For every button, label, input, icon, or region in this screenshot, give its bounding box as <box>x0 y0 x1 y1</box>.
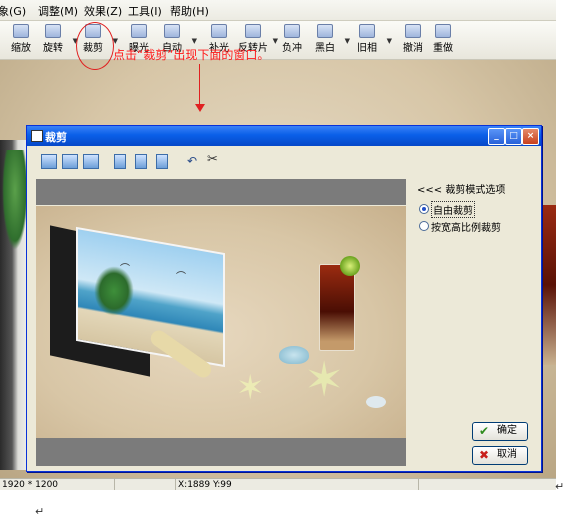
lime-slice <box>340 256 360 276</box>
old-photo-icon <box>359 24 375 38</box>
cross-icon: ✖ <box>479 448 490 462</box>
annotation-text: 点击“裁剪”出现下面的窗口。 <box>113 48 270 62</box>
undo-button[interactable]: 撤消 <box>396 23 430 57</box>
cancel-button[interactable]: ✖ 取消 <box>472 446 528 465</box>
scissors-icon[interactable]: ✂ <box>207 152 218 167</box>
old-photo-button[interactable]: 旧相 ▼ <box>350 23 392 57</box>
crop-portrait-center-icon[interactable] <box>135 154 147 169</box>
exposure-icon <box>131 24 147 38</box>
status-cursor: X:1889 Y:99 <box>176 479 419 490</box>
negative-process-label: 负冲 <box>282 43 302 54</box>
crop-dialog: 裁剪 _ □ × ↶ ✂ ✶ ✶ ⌒ ⌒ <<< 裁剪模式选项 自由裁剪 按宽高… <box>26 125 542 472</box>
black-white-label: 黑白 <box>315 43 335 54</box>
crop-portrait-left-icon[interactable] <box>114 154 126 169</box>
crop-portrait-right-icon[interactable] <box>156 154 168 169</box>
annotation-circle <box>76 22 114 70</box>
menu-bar: 象(G) 调整(M) 效果(Z) 工具(I) 帮助(H) <box>0 0 556 21</box>
zoom-label: 缩放 <box>11 43 31 54</box>
menu-tools[interactable]: 工具(I) <box>128 3 162 19</box>
drink-glass <box>319 264 355 351</box>
ratio-crop-label[interactable]: 按宽高比例裁剪 <box>431 219 501 234</box>
screenshot: 象(G) 调整(M) 效果(Z) 工具(I) 帮助(H) 缩放 旋转 ▼ 裁剪 ▼ … <box>0 0 556 490</box>
annotation-arrow-line <box>199 64 200 108</box>
zoom-button[interactable]: 缩放 <box>4 23 38 57</box>
cancel-label: 取消 <box>497 449 517 460</box>
seagull-1: ⌒ <box>120 264 130 275</box>
menu-adjust[interactable]: 调整(M) <box>38 3 78 19</box>
close-icon[interactable]: × <box>522 128 539 145</box>
starfish-small: ✶ <box>236 368 265 408</box>
negative-process-icon <box>284 24 300 38</box>
redo-icon <box>435 24 451 38</box>
maximize-icon[interactable]: □ <box>505 128 522 145</box>
panel-title[interactable]: <<< 裁剪模式选项 <box>417 181 505 196</box>
checkmark-icon: ✔ <box>479 424 490 438</box>
menu-effects[interactable]: 效果(Z) <box>84 3 122 19</box>
crop-landscape-bottom-icon[interactable] <box>83 154 99 169</box>
app-icon <box>31 130 43 142</box>
status-dimensions: 1920 * 1200 <box>0 479 115 490</box>
minimize-icon[interactable]: _ <box>488 128 505 145</box>
crop-preview-image[interactable]: ✶ ✶ ⌒ ⌒ <box>36 206 406 438</box>
ok-button[interactable]: ✔ 确定 <box>472 422 528 441</box>
paragraph-mark: ↵ <box>555 480 565 493</box>
dialog-titlebar[interactable]: 裁剪 _ □ × <box>27 126 541 146</box>
old-photo-dropdown-icon[interactable]: ▼ <box>387 37 392 45</box>
menu-image[interactable]: 象(G) <box>0 3 26 19</box>
background-palm <box>2 150 28 250</box>
status-bar: 1920 * 1200 X:1889 Y:99 <box>0 478 556 490</box>
old-photo-label: 旧相 <box>357 43 377 54</box>
rotate-label: 旋转 <box>43 43 63 54</box>
redo-button[interactable]: 重做 <box>426 23 460 57</box>
crop-landscape-icon[interactable] <box>41 154 57 169</box>
ok-label: 确定 <box>497 425 517 436</box>
preview-bottom-mask <box>36 438 406 466</box>
ratio-crop-radio[interactable] <box>419 221 429 231</box>
paragraph-mark-bottom: ↵ <box>35 505 45 518</box>
undo-icon <box>405 24 421 38</box>
reversal-film-icon <box>245 24 261 38</box>
free-crop-label[interactable]: 自由裁剪 <box>431 201 475 218</box>
starfish-large: ✶ <box>304 352 345 408</box>
rotate-icon <box>45 24 61 38</box>
black-white-icon <box>317 24 333 38</box>
negative-process-button[interactable]: 负冲 <box>275 23 309 57</box>
preview-top-mask <box>36 179 406 205</box>
annotation-arrow-icon <box>195 104 205 112</box>
zoom-icon <box>13 24 29 38</box>
fill-light-icon <box>211 24 227 38</box>
rotate-button[interactable]: 旋转 ▼ <box>36 23 78 57</box>
small-shell <box>366 396 386 408</box>
menu-help[interactable]: 帮助(H) <box>170 3 209 19</box>
black-white-button[interactable]: 黑白 ▼ <box>308 23 350 57</box>
rotate-crop-icon[interactable]: ↶ <box>187 154 197 168</box>
auto-dropdown-icon[interactable]: ▼ <box>192 37 197 45</box>
undo-label: 撤消 <box>403 43 423 54</box>
status-empty-cell <box>115 479 176 490</box>
free-crop-radio[interactable] <box>419 204 429 214</box>
crop-landscape-center-icon[interactable] <box>62 154 78 169</box>
redo-label: 重做 <box>433 43 453 54</box>
dialog-title: 裁剪 <box>45 131 67 144</box>
seagull-2: ⌒ <box>176 272 186 283</box>
auto-icon <box>164 24 180 38</box>
background-glass-edge <box>542 205 556 365</box>
